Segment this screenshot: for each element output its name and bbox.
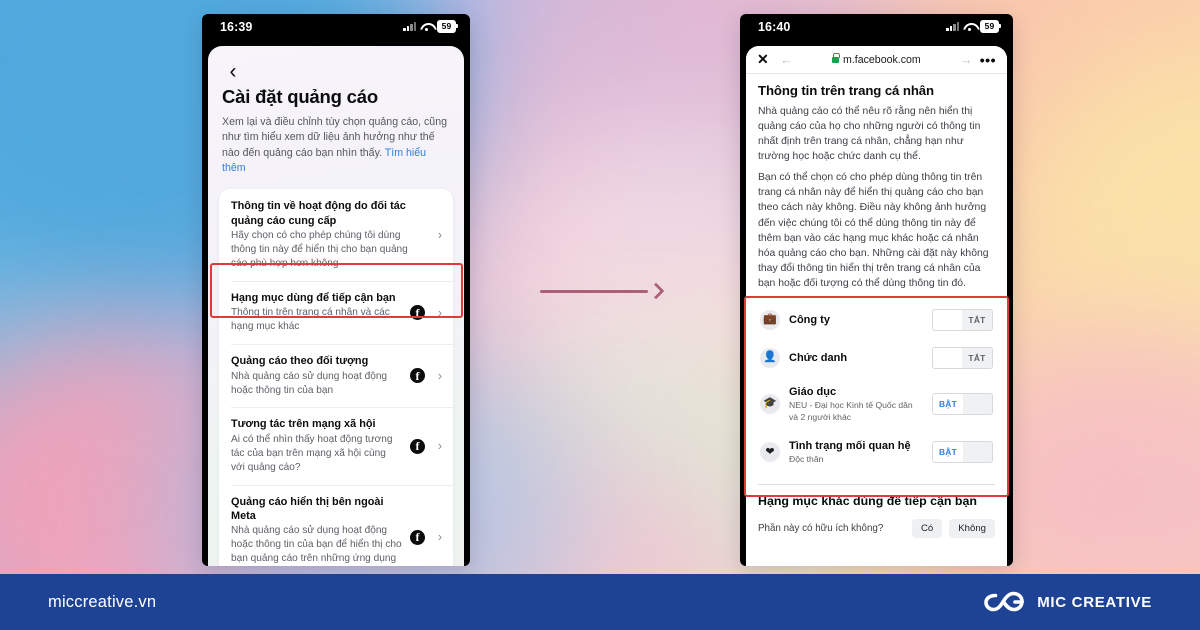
toggle-row-company[interactable]: 💼 Công ty TẮT	[758, 301, 995, 339]
footer-bar: miccreative.vn MIC CREATIVE	[0, 574, 1200, 630]
browser-toolbar: ✕ ← m.facebook.com → •••	[746, 46, 1007, 74]
ad-settings-card-1: Thông tin về hoạt động do đối tác quảng …	[219, 189, 453, 566]
list-item-subtitle: Hãy chọn có cho phép chúng tôi dùng thôn…	[231, 230, 408, 270]
lock-icon	[832, 53, 840, 63]
toggle-state-label: TẮT	[962, 309, 992, 330]
briefcase-icon: 💼	[760, 309, 780, 330]
graduation-cap-icon: 🎓	[760, 393, 780, 414]
chevron-right-icon: ›	[437, 228, 442, 243]
arrow-head	[647, 282, 665, 299]
battery-icon: 59	[980, 20, 1001, 33]
toggle-sublabel: Độc thân	[789, 454, 824, 465]
back-arrow-icon[interactable]: ←	[779, 52, 794, 67]
toggle-row-education[interactable]: 🎓 Giáo dục NEU - Đại học Kinh tế Quốc dâ…	[758, 377, 995, 431]
web-page-title: Thông tin trên trang cá nhân	[758, 83, 934, 98]
toggle-switch-job-title[interactable]: TẮT	[932, 346, 993, 369]
toggle-knob	[933, 347, 962, 368]
wifi-icon	[420, 22, 433, 32]
chevron-right-icon: ›	[437, 305, 442, 320]
list-item[interactable]: Hạng mục dùng để tiếp cận bạn Thông tin …	[219, 280, 453, 344]
web-paragraph: Bạn có thể chọn có cho phép dùng thông t…	[758, 172, 989, 289]
toggle-label: Công ty	[789, 313, 830, 326]
footer-website-url: miccreative.vn	[48, 592, 157, 611]
left-status-bar: 16:39 59	[202, 14, 470, 39]
list-item-subtitle: Nhà quảng cáo sử dụng hoạt động hoặc thô…	[231, 370, 388, 396]
toggle-row-job-title[interactable]: 👤 Chức danh TẮT	[758, 339, 995, 377]
list-item[interactable]: Quảng cáo theo đối tượng Nhà quảng cáo s…	[219, 344, 453, 407]
id-card-icon: 👤	[760, 347, 780, 368]
wifi-icon	[963, 22, 976, 32]
chevron-right-icon: ›	[437, 439, 442, 454]
signal-icon	[403, 22, 416, 31]
right-phone-mockup: 16:40 59 ✕ ← m.facebook.com → ••• Thông …	[740, 14, 1013, 566]
flow-arrow-icon	[540, 282, 665, 299]
infinity-loops-logo	[984, 591, 1025, 612]
heart-icon: ❤	[760, 442, 780, 463]
chevron-right-icon: ›	[437, 530, 442, 545]
list-item[interactable]: Thông tin về hoạt động do đối tác quảng …	[219, 189, 453, 281]
background-gradient	[0, 0, 1200, 630]
facebook-icon: f	[410, 529, 425, 545]
left-status-indicators: 59	[403, 20, 458, 33]
arrow-shaft	[540, 289, 648, 293]
chevron-right-icon: ›	[437, 368, 442, 383]
web-content: Thông tin trên trang cá nhân Nhà quảng c…	[746, 74, 1007, 538]
facebook-icon: f	[410, 305, 425, 321]
toggle-row-relationship[interactable]: ❤ Tình trạng mối quan hệ Độc thân BẬT	[758, 431, 995, 474]
divider	[758, 483, 995, 485]
facebook-icon: f	[410, 368, 425, 384]
toggle-label: Tình trạng mối quan hệ	[789, 439, 911, 452]
list-item[interactable]: Tương tác trên mạng xã hội Ai có thể nhì…	[219, 407, 453, 484]
toggle-knob	[963, 442, 992, 463]
toggle-state-label: BẬT	[933, 442, 963, 463]
close-icon[interactable]: ✕	[757, 51, 773, 68]
web-paragraph: Nhà quảng cáo có thể nêu rõ rằng nên hiể…	[758, 106, 981, 163]
toggle-switch-relationship[interactable]: BẬT	[932, 441, 993, 464]
profile-info-toggle-list: 💼 Công ty TẮT 👤 Chức danh TẮT 🎓 Giáo dục…	[758, 301, 995, 474]
toggle-knob	[963, 393, 992, 414]
feedback-question: Phần này có hữu ích không?	[758, 522, 884, 534]
facebook-icon: f	[410, 438, 425, 454]
page-description: Xem lại và điều chỉnh tùy chọn quảng cáo…	[222, 115, 450, 176]
toggle-knob	[933, 309, 962, 330]
list-item-title: Thông tin về hoạt động do đối tác quảng …	[231, 200, 406, 227]
feedback-yes-button[interactable]: Có	[911, 518, 943, 538]
toggle-switch-education[interactable]: BẬT	[932, 392, 993, 415]
more-options-icon[interactable]: •••	[980, 52, 996, 68]
list-item-subtitle: Ai có thể nhìn thấy hoạt động tương tác …	[231, 433, 393, 473]
signal-icon	[946, 22, 959, 31]
list-item-title: Hạng mục dùng để tiếp cận bạn	[231, 291, 396, 304]
left-status-time: 16:39	[220, 19, 253, 34]
list-item-title: Quảng cáo hiển thị bên ngoài Meta	[231, 495, 384, 522]
right-phone-screen: ✕ ← m.facebook.com → ••• Thông tin trên …	[746, 46, 1007, 566]
right-status-indicators: 59	[946, 20, 1001, 33]
list-item[interactable]: Quảng cáo hiển thị bên ngoài Meta Nhà qu…	[219, 484, 453, 566]
left-phone-mockup: 16:39 59 ‹ Cài đặt quảng cáo Xem lại và …	[202, 14, 470, 566]
right-status-bar: 16:40 59	[740, 14, 1013, 39]
battery-icon: 59	[437, 20, 458, 33]
back-icon[interactable]: ‹	[222, 60, 244, 82]
left-phone-screen: ‹ Cài đặt quảng cáo Xem lại và điều chỉn…	[208, 46, 464, 566]
list-item-title: Quảng cáo theo đối tượng	[231, 355, 369, 368]
list-item-subtitle: Thông tin trên trang cá nhân và các hạng…	[231, 307, 390, 333]
toggle-switch-company[interactable]: TẮT	[932, 308, 993, 331]
brand-logo-group: MIC CREATIVE	[982, 588, 1152, 616]
forward-arrow-icon[interactable]: →	[959, 52, 974, 67]
feedback-no-button[interactable]: Không	[949, 518, 995, 538]
list-item-subtitle: Nhà quảng cáo sử dụng hoạt động hoặc thô…	[231, 525, 402, 565]
url-bar[interactable]: m.facebook.com	[800, 53, 953, 66]
brand-name: MIC CREATIVE	[1037, 593, 1152, 611]
toggle-label: Chức danh	[789, 351, 848, 364]
toggle-state-label: TẮT	[962, 347, 992, 368]
url-text: m.facebook.com	[843, 53, 921, 66]
right-status-time: 16:40	[758, 19, 791, 34]
toggle-label: Giáo dục	[789, 385, 837, 398]
toggle-sublabel: NEU - Đại học Kinh tế Quốc dân và 2 ngườ…	[789, 400, 913, 422]
section-heading: Hạng mục khác dùng để tiếp cận bạn	[758, 493, 977, 508]
page-title: Cài đặt quảng cáo	[222, 86, 378, 107]
toggle-state-label: BẬT	[933, 393, 963, 414]
feedback-bar: Phần này có hữu ích không? Có Không	[758, 518, 995, 538]
list-item-title: Tương tác trên mạng xã hội	[231, 418, 376, 431]
